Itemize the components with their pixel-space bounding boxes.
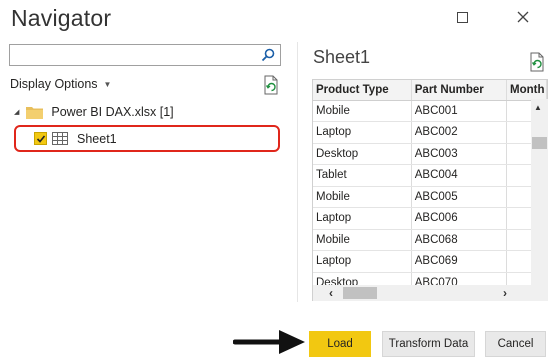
table-cell[interactable]: ABC006	[411, 207, 508, 230]
scroll-up-icon[interactable]: ▲	[534, 103, 542, 112]
scrollbar-corner	[531, 285, 548, 301]
table-cell[interactable]: Mobile	[313, 186, 412, 208]
display-options-label: Display Options	[10, 77, 98, 91]
table-cell[interactable]: ABC002	[411, 121, 508, 144]
table-cell[interactable]: ABC004	[411, 164, 508, 187]
table-icon	[52, 132, 68, 145]
table-row: Mobile ABC001	[313, 100, 547, 122]
preview-grid[interactable]: Product Type Part Number Month Mobile ABC…	[312, 79, 548, 301]
load-button[interactable]: Load	[309, 331, 371, 357]
preview-table: Product Type Part Number Month Mobile ABC…	[313, 80, 547, 294]
pointer-arrow-icon	[233, 330, 305, 354]
table-row: Laptop ABC069	[313, 250, 547, 273]
search-input[interactable]	[10, 45, 250, 65]
table-row: Mobile ABC005	[313, 186, 547, 208]
table-cell[interactable]: Laptop	[313, 250, 412, 273]
table-cell[interactable]: ABC005	[411, 186, 508, 208]
scrollbar-thumb[interactable]	[343, 287, 377, 299]
column-header[interactable]: Part Number	[411, 80, 508, 101]
scroll-left-icon[interactable]: ‹	[329, 286, 333, 300]
table-row: Laptop ABC006	[313, 207, 547, 230]
search-box[interactable]	[9, 44, 281, 66]
horizontal-scrollbar[interactable]: ‹ ›	[313, 285, 531, 301]
folder-icon	[26, 106, 44, 119]
close-icon	[517, 11, 529, 23]
table-header-row: Product Type Part Number Month	[313, 80, 547, 101]
table-cell[interactable]: ABC003	[411, 143, 508, 165]
expand-triangle-icon[interactable]: ◢	[14, 108, 19, 116]
tree-item-sheet1[interactable]: Sheet1	[14, 125, 280, 152]
table-cell[interactable]: ABC001	[411, 100, 508, 122]
table-cell[interactable]: Tablet	[313, 164, 412, 187]
table-row: Mobile ABC068	[313, 229, 547, 251]
maximize-button[interactable]	[451, 6, 473, 28]
checkmark-icon	[36, 134, 45, 143]
refresh-icon[interactable]	[528, 52, 546, 72]
cancel-button[interactable]: Cancel	[485, 331, 546, 357]
close-button[interactable]	[512, 6, 534, 28]
vertical-scrollbar[interactable]: ▲	[531, 99, 548, 285]
maximize-icon	[456, 11, 468, 23]
scroll-right-icon[interactable]: ›	[503, 286, 507, 300]
scrollbar-thumb[interactable]	[532, 137, 547, 149]
table-row: Tablet ABC004	[313, 164, 547, 187]
table-cell[interactable]: Laptop	[313, 121, 412, 144]
sheet-label: Sheet1	[77, 131, 117, 146]
preview-title: Sheet1	[313, 47, 371, 67]
table-cell[interactable]: ABC068	[411, 229, 508, 251]
table-cell[interactable]: ABC069	[411, 250, 508, 273]
transform-data-button[interactable]: Transform Data	[382, 331, 475, 357]
search-icon[interactable]	[260, 47, 276, 63]
table-row: Laptop ABC002	[313, 121, 547, 144]
sheet-checkbox[interactable]	[34, 132, 47, 145]
table-cell[interactable]: Mobile	[313, 100, 412, 122]
column-header[interactable]: Product Type	[313, 80, 412, 101]
tree-file-node[interactable]: ◢ Power BI DAX.xlsx [1]	[14, 105, 174, 119]
display-options-dropdown[interactable]: Display Options ▼	[10, 77, 111, 91]
table-cell[interactable]: Laptop	[313, 207, 412, 230]
window-title: Navigator	[11, 5, 112, 31]
chevron-down-icon: ▼	[103, 79, 112, 89]
table-cell[interactable]: Mobile	[313, 229, 412, 251]
table-row: Desktop ABC003	[313, 143, 547, 165]
table-cell[interactable]: Desktop	[313, 143, 412, 165]
column-header[interactable]: Month	[506, 80, 547, 101]
file-label: Power BI DAX.xlsx [1]	[51, 105, 174, 119]
refresh-icon[interactable]	[262, 75, 280, 95]
pane-divider	[297, 42, 298, 302]
